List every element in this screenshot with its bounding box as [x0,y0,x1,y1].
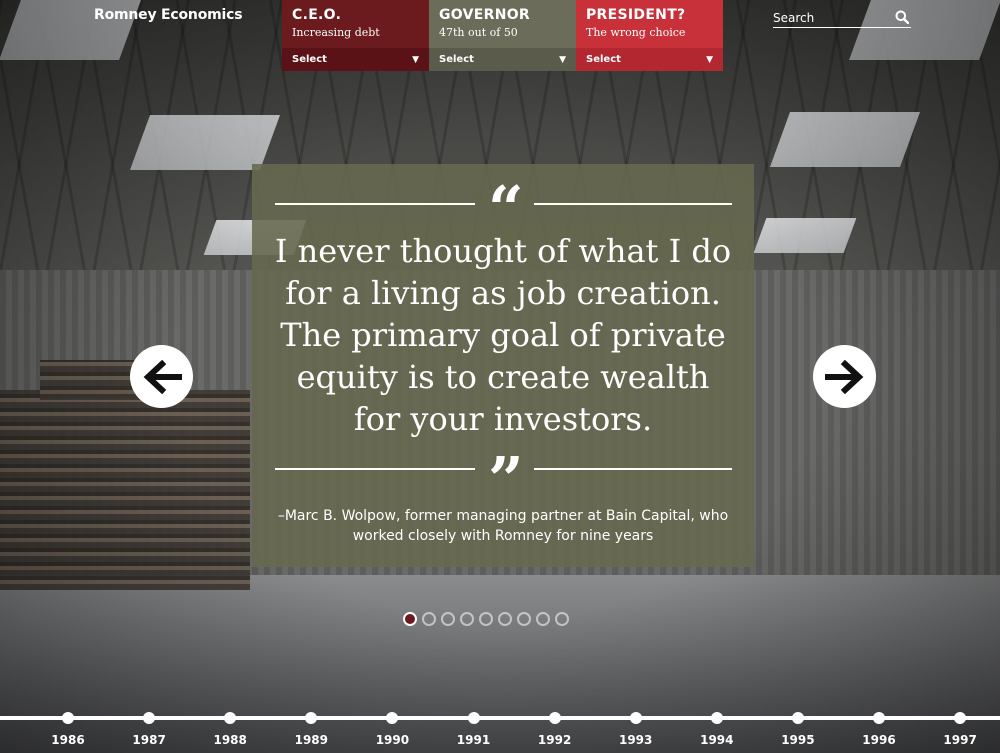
pager-dot[interactable] [460,612,474,626]
select-label: Select [292,54,327,65]
timeline-year[interactable]: 1990 [367,733,417,747]
previous-slide-button[interactable] [130,345,193,408]
timeline-marker[interactable] [873,712,885,724]
site-logo[interactable]: Romney Economics [94,7,243,23]
pager-dot[interactable] [498,612,512,626]
nav-tab-title: C.E.O. [292,7,342,23]
search-icon[interactable] [895,10,909,24]
search-box [773,9,911,28]
timeline-year[interactable]: 1996 [854,733,904,747]
nav-tab-subtitle: 47th out of 50 [439,26,518,39]
divider [534,468,732,470]
pager-dot[interactable] [403,612,417,626]
select-label: Select [586,54,621,65]
pager-dot[interactable] [422,612,436,626]
nav-tab-subtitle: The wrong choice [586,26,686,39]
slide-pager [403,612,569,626]
search-input[interactable] [773,11,883,25]
timeline-year[interactable]: 1986 [43,733,93,747]
select-label: Select [439,54,474,65]
triangle-down-icon: ▼ [706,54,713,65]
nav-tab-governor[interactable]: GOVERNOR 47th out of 50 Select ▼ [429,0,576,71]
timeline-marker[interactable] [710,712,723,724]
timeline-year[interactable]: 1993 [611,733,661,747]
timeline-year[interactable]: 1994 [692,733,742,747]
nav-tab-title: PRESIDENT? [586,7,686,23]
timeline-marker[interactable] [143,712,156,724]
ceo-select-dropdown[interactable]: Select ▼ [282,48,429,71]
pager-dot[interactable] [517,612,531,626]
quote-text: I never thought of what I do for a livin… [274,232,732,438]
close-quote-icon: ” [488,443,524,516]
timeline-year[interactable]: 1997 [935,733,985,747]
pager-dot[interactable] [536,612,550,626]
timeline-marker[interactable] [629,712,642,724]
timeline-marker[interactable] [467,712,480,724]
quote-attribution: –Marc B. Wolpow, former managing partner… [277,508,729,544]
timeline-year[interactable]: 1988 [205,733,255,747]
divider [534,203,732,205]
next-slide-button[interactable] [813,345,876,408]
nav-tab-subtitle: Increasing debt [292,26,380,39]
timeline-year[interactable]: 1989 [286,733,336,747]
divider [275,468,475,470]
timeline-marker[interactable] [954,712,967,724]
governor-select-dropdown[interactable]: Select ▼ [429,48,576,71]
timeline-marker[interactable] [791,712,804,724]
timeline-year[interactable]: 1987 [124,733,174,747]
timeline-marker[interactable] [62,712,74,724]
timeline-year[interactable]: 1992 [530,733,580,747]
pager-dot[interactable] [555,612,569,626]
divider [275,203,475,205]
triangle-down-icon: ▼ [412,54,419,65]
pager-dot[interactable] [441,612,455,626]
pager-dot[interactable] [479,612,493,626]
president-select-dropdown[interactable]: Select ▼ [576,48,723,71]
timeline-year[interactable]: 1995 [773,733,823,747]
arrow-right-icon [824,359,863,394]
triangle-down-icon: ▼ [559,54,566,65]
nav-tab-title: GOVERNOR [439,7,530,23]
arrow-left-icon [143,359,182,394]
timeline-year[interactable]: 1991 [449,733,499,747]
quote-card: “ I never thought of what I do for a liv… [252,164,754,567]
nav-tab-president[interactable]: PRESIDENT? The wrong choice Select ▼ [576,0,723,71]
nav-tab-ceo[interactable]: C.E.O. Increasing debt Select ▼ [282,0,429,71]
timeline-marker[interactable] [548,712,561,724]
